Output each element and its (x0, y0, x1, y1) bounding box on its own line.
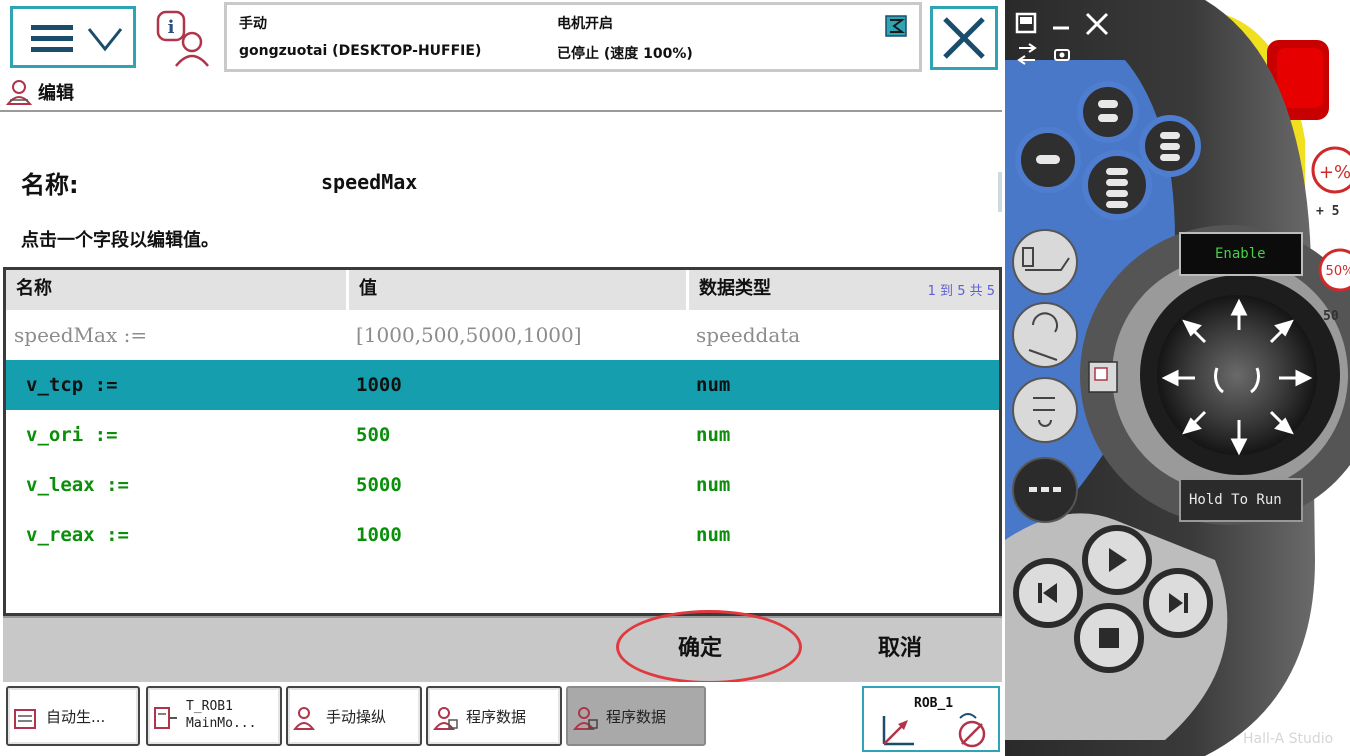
robot-selector[interactable]: ROB_1 (862, 686, 1000, 752)
highlight-ring (616, 610, 802, 684)
svg-text:+%: +% (1319, 162, 1350, 183)
cell-type: num (696, 474, 731, 496)
coordinate-axis-icon (882, 713, 986, 748)
station-text: gongzuotai (DESKTOP-HUFFIE) (239, 43, 482, 59)
task-bar: 自动生... T_ROB1 MainMo... 手动操纵 程序数据 程序数据 R… (0, 682, 1005, 756)
cell-value: [1000,500,5000,1000] (356, 323, 582, 347)
svg-text:i: i (168, 17, 175, 38)
cell-name: v_reax := (26, 524, 129, 546)
cell-name: v_ori := (26, 424, 118, 446)
cell-value: 5000 (356, 474, 402, 496)
cell-name: v_tcp := (26, 374, 118, 396)
cell-value: 1000 (356, 374, 402, 396)
column-header-type-label: 数据类型 (699, 278, 771, 299)
pager-text: 1 到 5 共 5 (927, 284, 995, 299)
task-auto-production[interactable]: 自动生... (6, 686, 140, 746)
flexpendant-screen: i 手动 gongzuotai (DESKTOP-HUFFIE) 电机开启 已停… (0, 0, 1005, 756)
task-label: T_ROB1 MainMo... (186, 699, 257, 731)
task-program-editor[interactable]: T_ROB1 MainMo... (146, 686, 282, 746)
chevron-down-icon (87, 28, 123, 52)
run-state-text: 已停止 (速度 100%) (557, 46, 693, 62)
table-row-selected[interactable]: v_tcp := 1000 num (6, 360, 999, 410)
column-header-type[interactable]: 数据类型 1 到 5 共 5 (689, 270, 999, 310)
task-label: 程序数据 (466, 708, 527, 726)
cell-type: num (696, 374, 731, 396)
cell-type: speeddata (696, 323, 801, 347)
program-data-icon (572, 707, 598, 730)
task-label: 程序数据 (606, 708, 667, 726)
motor-text: 电机开启 (557, 16, 613, 32)
table-row[interactable]: speedMax := [1000,500,5000,1000] speedda… (6, 310, 999, 360)
top-bar: i 手动 gongzuotai (DESKTOP-HUFFIE) 电机开启 已停… (0, 0, 1005, 76)
cell-name: speedMax := (14, 323, 148, 347)
cell-name: v_leax := (26, 474, 129, 496)
info-user-icon[interactable]: i (154, 8, 214, 70)
close-icon (943, 17, 985, 59)
hold-to-run-label: Hold To Run (1189, 492, 1282, 508)
cell-type: num (696, 424, 731, 446)
table-row[interactable]: v_ori := 500 num (6, 410, 999, 460)
watermark: Hall-A Studio (1243, 731, 1334, 747)
program-data-icon (432, 707, 458, 730)
task-label: 手动操纵 (326, 708, 387, 726)
name-label: 名称: (21, 171, 79, 199)
hold-to-run-button[interactable]: Hold To Run (1179, 478, 1303, 522)
scroll-indicator[interactable] (998, 172, 1002, 212)
column-header-value[interactable]: 值 (349, 270, 689, 310)
data-grid: 名称 值 数据类型 1 到 5 共 5 speedMax := [1000,50… (3, 267, 1002, 616)
hamburger-icon (31, 25, 73, 53)
user-edit-icon (6, 80, 33, 105)
table-row[interactable]: v_reax := 1000 num (6, 510, 999, 560)
enable-device-indicator[interactable]: Enable (1179, 232, 1303, 276)
cell-type: num (696, 524, 731, 546)
task-label: 自动生... (46, 708, 106, 726)
task-jogging[interactable]: 手动操纵 (286, 686, 422, 746)
auto-production-icon (14, 709, 36, 729)
speed-50-label: 50 (1323, 309, 1339, 324)
jogging-icon (292, 707, 316, 730)
table-row[interactable]: v_leax := 5000 num (6, 460, 999, 510)
window-title-row: 编辑 (0, 76, 1002, 112)
quickset-icon (885, 15, 907, 37)
task-program-data[interactable]: 程序数据 (426, 686, 562, 746)
grid-header: 名称 值 数据类型 1 到 5 共 5 (6, 270, 999, 310)
mode-text: 手动 (239, 16, 267, 32)
svg-text:50%: 50% (1326, 264, 1350, 279)
instruction-text: 点击一个字段以编辑值。 (21, 230, 219, 251)
speed-increment-label: + 5 (1316, 204, 1340, 219)
enable-label: Enable (1215, 246, 1266, 262)
cell-value: 500 (356, 424, 391, 446)
status-panel[interactable]: 手动 gongzuotai (DESKTOP-HUFFIE) 电机开启 已停止 … (224, 2, 922, 72)
window-title: 编辑 (38, 83, 74, 104)
action-bar: 确定 取消 (3, 616, 1002, 682)
close-button[interactable] (930, 6, 998, 70)
cancel-button[interactable]: 取消 (878, 630, 922, 662)
edit-content: 名称: speedMax 点击一个字段以编辑值。 名称 值 数据类型 1 到 5… (3, 114, 1002, 616)
main-menu-button[interactable] (10, 6, 136, 68)
column-header-name[interactable]: 名称 (6, 270, 349, 310)
pendant-device: +% 50% Enable Hold To Run + 5 50 Hall-A … (1005, 0, 1350, 756)
pendant-body: +% 50% (1005, 0, 1350, 756)
task-program-data-active[interactable]: 程序数据 (566, 686, 706, 746)
name-value: speedMax (321, 170, 418, 194)
program-editor-icon (154, 707, 177, 729)
cell-value: 1000 (356, 524, 402, 546)
